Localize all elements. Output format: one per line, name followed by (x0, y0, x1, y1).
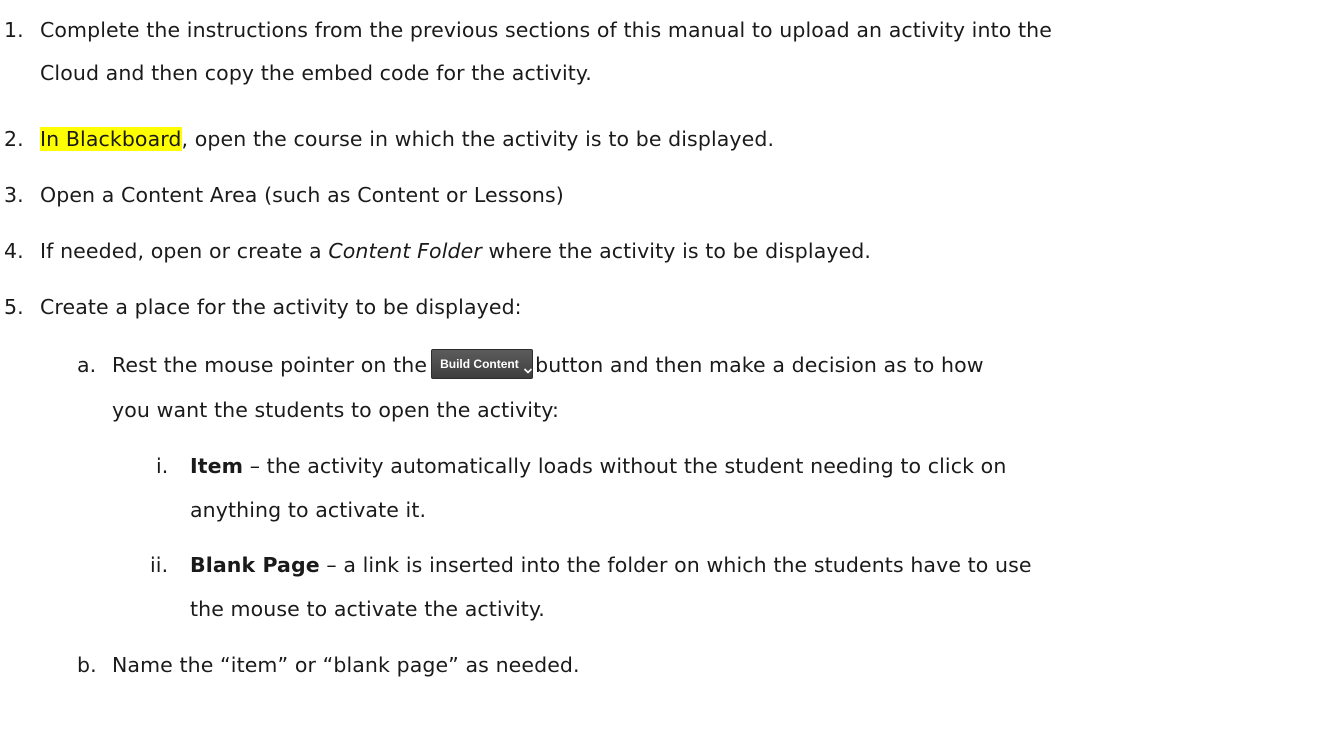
substep-text: Rest the mouse pointer on the Build Conte… (112, 349, 984, 380)
substep-letter: b. (77, 653, 97, 677)
option-text-continued: anything to activate it. (190, 498, 427, 522)
step-text: If needed, open or create a Content Fold… (40, 236, 871, 266)
step-text-before: If needed, open or create a (40, 239, 329, 263)
build-content-label: Build Content (440, 357, 519, 371)
step-text-continued: Cloud and then copy the embed code for t… (40, 61, 592, 85)
option-term: Item (190, 454, 244, 478)
substep-text-after: button and then make a decision as to ho… (535, 353, 984, 377)
step-number: 3. (4, 183, 24, 207)
option-desc: – a link is inserted into the folder on … (319, 553, 1032, 577)
step-number: 4. (4, 239, 24, 263)
step-text-rest: , open the course in which the activity … (181, 127, 775, 151)
chevron-down-icon (523, 358, 533, 374)
step-text: Open a Content Area (such as Content or … (40, 183, 564, 207)
step-text: In Blackboard, open the course in which … (40, 124, 774, 154)
highlighted-text: In Blackboard (40, 127, 182, 151)
substep-text: Name the “item” or “blank page” as neede… (112, 653, 580, 677)
option-term: Blank Page (190, 553, 320, 577)
step-number: 1. (4, 18, 24, 42)
step-number: 2. (4, 127, 24, 151)
substep-text-before: Rest the mouse pointer on the (112, 353, 428, 377)
substep-letter: a. (77, 353, 97, 377)
build-content-button: Build Content (431, 349, 534, 379)
option-numeral: i. (156, 454, 169, 478)
option-numeral: ii. (150, 553, 169, 577)
step-text-after: where the activity is to be displayed. (481, 239, 872, 263)
option-desc: – the activity automatically loads witho… (243, 454, 1007, 478)
step-text: Complete the instructions from the previ… (40, 18, 1052, 42)
step-number: 5. (4, 295, 24, 319)
step-text-italic: Content Folder (328, 239, 482, 263)
option-text: Blank Page – a link is inserted into the… (190, 550, 1032, 580)
substep-text-continued: you want the students to open the activi… (112, 398, 559, 422)
option-text: Item – the activity automatically loads … (190, 451, 1006, 481)
step-text: Create a place for the activity to be di… (40, 295, 522, 319)
option-text-continued: the mouse to activate the activity. (190, 597, 545, 621)
